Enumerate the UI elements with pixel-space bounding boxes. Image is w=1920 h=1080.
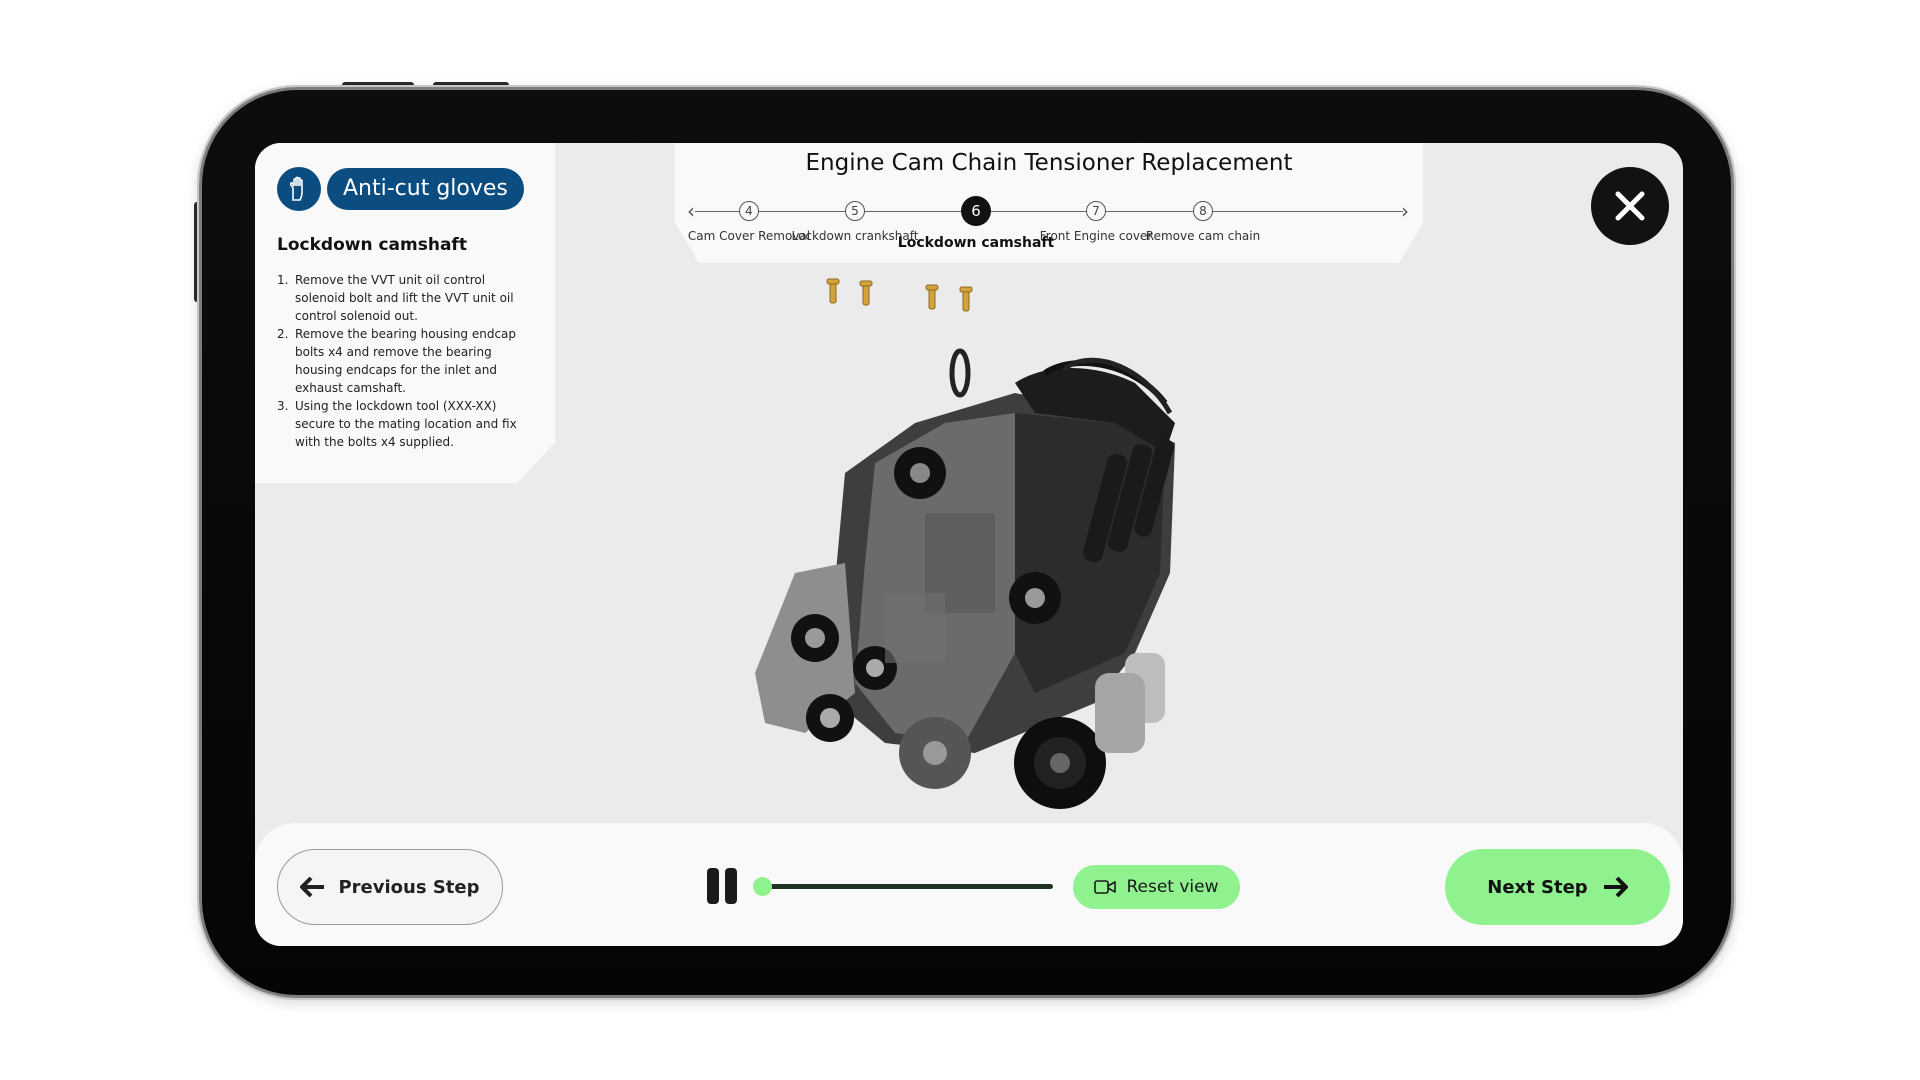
procedure-title: Engine Cam Chain Tensioner Replacement [805, 150, 1293, 176]
ppe-badge: Anti-cut gloves [327, 168, 524, 210]
step-node-5[interactable]: 5 [845, 201, 865, 221]
previous-step-label: Previous Step [338, 876, 480, 898]
engine-3d-viewport[interactable] [715, 273, 1235, 833]
instruction-text: Using the lockdown tool (XXX-XX) secure … [295, 399, 517, 449]
instruction-text: Remove the bearing housing endcap bolts … [295, 327, 517, 395]
arrow-left-icon [300, 877, 325, 897]
pause-icon [707, 868, 719, 904]
close-button[interactable] [1591, 167, 1669, 245]
instruction-item: 2. Remove the bearing housing endcap bol… [277, 325, 527, 397]
next-step-label: Next Step [1487, 876, 1588, 898]
playback-progress-handle[interactable] [753, 877, 772, 896]
arrow-right-icon [1603, 877, 1628, 897]
instruction-number: 2. [277, 327, 289, 341]
instruction-number: 3. [277, 399, 289, 413]
step-label-6-current[interactable]: Lockdown camshaft [898, 235, 1054, 251]
step-node-7[interactable]: 7 [1086, 201, 1106, 221]
stepper-next-arrow-icon[interactable]: › [1401, 199, 1409, 223]
step-label-7[interactable]: Front Engine cover [1040, 229, 1152, 243]
stepper-line [695, 211, 1403, 212]
reset-view-label: Reset view [1126, 877, 1219, 897]
step-label-8[interactable]: Remove cam chain [1146, 229, 1260, 243]
close-icon [1615, 191, 1645, 221]
playback-progress-track[interactable] [753, 877, 1053, 896]
step-node-4[interactable]: 4 [739, 201, 759, 221]
instructions-panel: Anti-cut gloves Lockdown camshaft 1. Rem… [255, 143, 555, 483]
app-screen: Anti-cut gloves Lockdown camshaft 1. Rem… [255, 143, 1683, 946]
video-camera-icon [1094, 880, 1117, 894]
instructions-title: Lockdown camshaft [277, 235, 467, 255]
instruction-item: 1. Remove the VVT unit oil control solen… [277, 271, 527, 325]
bottom-control-bar: Previous Step Reset view Next Step [255, 823, 1683, 946]
reset-view-button[interactable]: Reset view [1073, 865, 1240, 909]
next-step-button[interactable]: Next Step [1445, 849, 1670, 925]
engine-model-image [755, 278, 1175, 833]
procedure-stepper: Engine Cam Chain Tensioner Replacement ‹… [675, 143, 1423, 263]
step-node-8[interactable]: 8 [1193, 201, 1213, 221]
glove-icon [277, 167, 321, 211]
instructions-list: 1. Remove the VVT unit oil control solen… [277, 271, 527, 451]
instruction-text: Remove the VVT unit oil control solenoid… [295, 273, 514, 323]
instruction-item: 3. Using the lockdown tool (XXX-XX) secu… [277, 397, 527, 451]
instruction-number: 1. [277, 273, 289, 287]
previous-step-button[interactable]: Previous Step [277, 849, 503, 925]
pause-icon-bar [725, 868, 737, 904]
bolts-group [826, 278, 973, 312]
stepper-prev-arrow-icon[interactable]: ‹ [687, 199, 695, 223]
pause-button[interactable] [707, 868, 739, 904]
step-node-6-current[interactable]: 6 [961, 196, 991, 226]
